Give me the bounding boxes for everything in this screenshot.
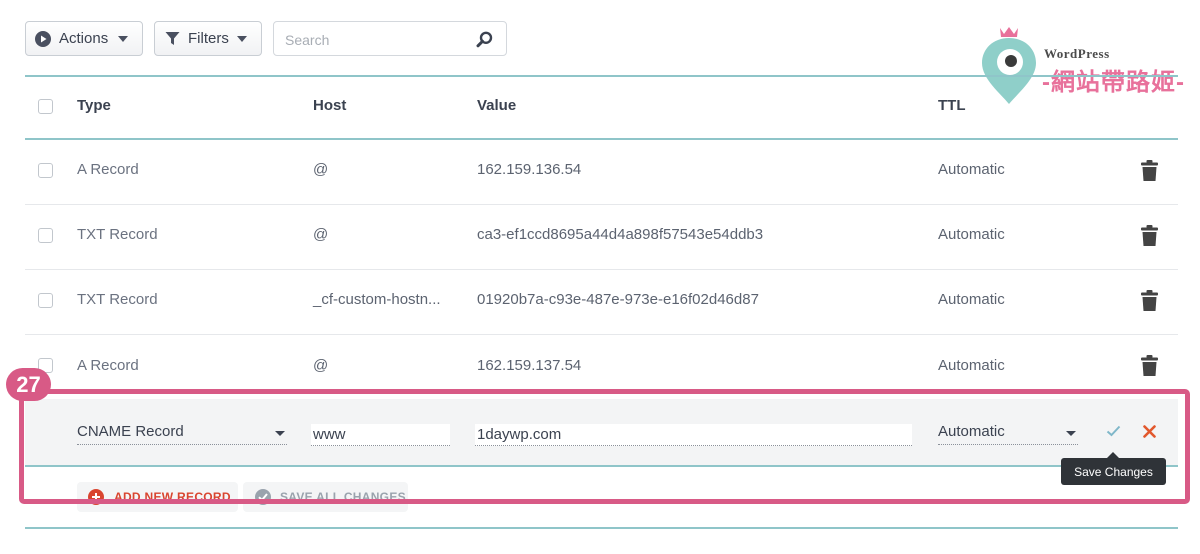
funnel-icon <box>165 32 180 45</box>
record-value: ca3-ef1ccd8695a44d4a898f57543e54ddb3 <box>477 226 764 243</box>
map-pin-logo-icon <box>982 27 1036 104</box>
record-value: 162.159.137.54 <box>477 357 582 374</box>
record-value: 01920b7a-c93e-487e-973e-e16f02d46d87 <box>477 291 759 308</box>
actions-dropdown-button[interactable]: Actions <box>25 21 143 56</box>
play-circle-icon <box>35 30 51 47</box>
record-host: @ <box>313 357 329 374</box>
header-ttl: TTL <box>938 97 966 114</box>
record-type: TXT Record <box>77 291 158 308</box>
search-input[interactable] <box>283 29 467 51</box>
chevron-down-icon <box>118 36 128 42</box>
row-divider <box>25 334 1178 335</box>
trash-icon[interactable] <box>1141 225 1158 246</box>
record-type: A Record <box>77 357 139 374</box>
filters-dropdown-button[interactable]: Filters <box>154 21 262 56</box>
row-divider <box>25 269 1178 270</box>
logo-wordpress-text: WordPress <box>1044 46 1110 61</box>
table-top-rule <box>25 75 1178 77</box>
record-host: @ <box>313 161 329 178</box>
trash-icon[interactable] <box>1141 160 1158 181</box>
row-checkbox[interactable] <box>38 293 53 308</box>
table-bottom-rule <box>25 527 1178 529</box>
record-ttl: Automatic <box>938 161 1005 178</box>
record-value: 162.159.136.54 <box>477 161 582 178</box>
select-all-checkbox[interactable] <box>38 99 53 114</box>
row-checkbox[interactable] <box>38 228 53 243</box>
actions-label: Actions <box>59 30 109 47</box>
header-value: Value <box>477 97 517 114</box>
record-ttl: Automatic <box>938 357 1005 374</box>
search-icon[interactable] <box>476 31 493 48</box>
record-ttl: Automatic <box>938 226 1005 243</box>
step-number-badge: 27 <box>6 368 51 401</box>
trash-icon[interactable] <box>1141 290 1158 311</box>
header-bottom-rule <box>25 138 1178 140</box>
record-type: A Record <box>77 161 139 178</box>
header-host: Host <box>313 97 347 114</box>
search-box <box>273 21 507 56</box>
row-divider <box>25 204 1178 205</box>
record-type: TXT Record <box>77 226 158 243</box>
filters-label: Filters <box>188 30 229 47</box>
highlight-frame <box>19 389 1190 504</box>
trash-icon[interactable] <box>1141 355 1158 376</box>
record-host: _cf-custom-hostn... <box>313 291 441 308</box>
logo-site-name: -網站帶路姬- <box>1042 69 1185 96</box>
chevron-down-icon <box>237 36 247 42</box>
header-type: Type <box>77 97 111 114</box>
record-host: @ <box>313 226 329 243</box>
row-checkbox[interactable] <box>38 163 53 178</box>
record-ttl: Automatic <box>938 291 1005 308</box>
